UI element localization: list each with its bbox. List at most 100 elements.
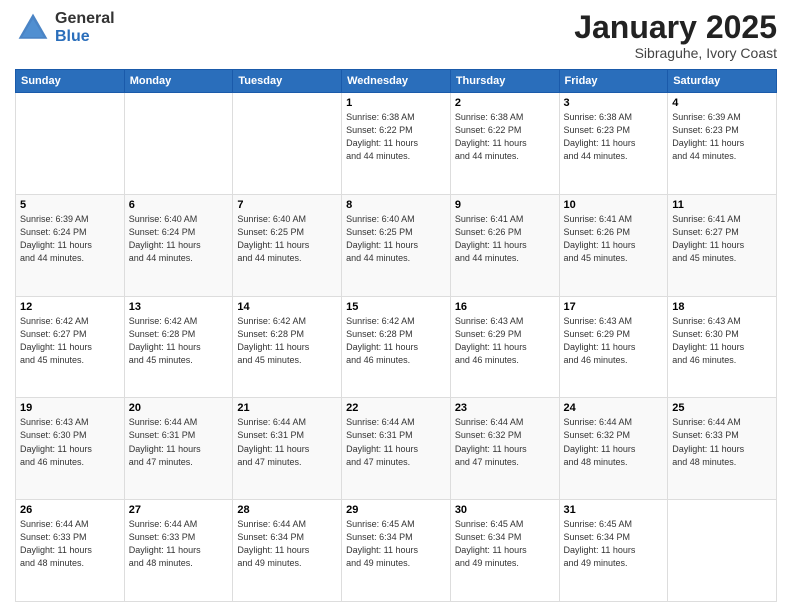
day-info: Sunrise: 6:44 AMSunset: 6:33 PMDaylight:…: [129, 518, 229, 570]
calendar-cell: 20 Sunrise: 6:44 AMSunset: 6:31 PMDayligh…: [124, 398, 233, 500]
day-number: 12: [20, 301, 120, 313]
calendar-cell: [233, 93, 342, 195]
day-info: Sunrise: 6:40 AMSunset: 6:25 PMDaylight:…: [346, 213, 446, 265]
day-info: Sunrise: 6:40 AMSunset: 6:25 PMDaylight:…: [237, 213, 337, 265]
day-header-row: SundayMondayTuesdayWednesdayThursdayFrid…: [16, 70, 777, 93]
day-info: Sunrise: 6:44 AMSunset: 6:32 PMDaylight:…: [564, 416, 664, 468]
day-number: 26: [20, 504, 120, 516]
day-number: 5: [20, 199, 120, 211]
calendar-cell: 10 Sunrise: 6:41 AMSunset: 6:26 PMDayligh…: [559, 194, 668, 296]
calendar-cell: 3 Sunrise: 6:38 AMSunset: 6:23 PMDaylight…: [559, 93, 668, 195]
day-number: 3: [564, 97, 664, 109]
calendar-cell: 16Sunrise: 6:43 AMSunset: 6:29 PMDayligh…: [450, 296, 559, 398]
calendar-cell: 23 Sunrise: 6:44 AMSunset: 6:32 PMDayligh…: [450, 398, 559, 500]
day-of-week-friday: Friday: [559, 70, 668, 93]
day-of-week-tuesday: Tuesday: [233, 70, 342, 93]
calendar-cell: 6Sunrise: 6:40 AMSunset: 6:24 PMDaylight…: [124, 194, 233, 296]
day-number: 22: [346, 402, 446, 414]
calendar-cell: 29Sunrise: 6:45 AMSunset: 6:34 PMDayligh…: [342, 500, 451, 602]
calendar-cell: [668, 500, 777, 602]
day-number: 14: [237, 301, 337, 313]
calendar-cell: 19Sunrise: 6:43 AMSunset: 6:30 PMDayligh…: [16, 398, 125, 500]
day-number: 25: [672, 402, 772, 414]
calendar-cell: 28 Sunrise: 6:44 AMSunset: 6:34 PMDayligh…: [233, 500, 342, 602]
day-number: 24: [564, 402, 664, 414]
calendar-cell: 14 Sunrise: 6:42 AMSunset: 6:28 PMDayligh…: [233, 296, 342, 398]
day-info: Sunrise: 6:44 AMSunset: 6:32 PMDaylight:…: [455, 416, 555, 468]
calendar-cell: 30 Sunrise: 6:45 AMSunset: 6:34 PMDayligh…: [450, 500, 559, 602]
calendar-cell: 5 Sunrise: 6:39 AMSunset: 6:24 PMDaylight…: [16, 194, 125, 296]
day-number: 27: [129, 504, 229, 516]
day-of-week-sunday: Sunday: [16, 70, 125, 93]
day-info: Sunrise: 6:44 AMSunset: 6:34 PMDaylight:…: [237, 518, 337, 570]
calendar-cell: 8Sunrise: 6:40 AMSunset: 6:25 PMDaylight…: [342, 194, 451, 296]
day-number: 30: [455, 504, 555, 516]
day-info: Sunrise: 6:42 AMSunset: 6:28 PMDaylight:…: [346, 315, 446, 367]
day-of-week-thursday: Thursday: [450, 70, 559, 93]
calendar-body: 1 Sunrise: 6:38 AMSunset: 6:22 PMDaylight…: [16, 93, 777, 602]
calendar-cell: 1 Sunrise: 6:38 AMSunset: 6:22 PMDaylight…: [342, 93, 451, 195]
day-info: Sunrise: 6:44 AMSunset: 6:33 PMDaylight:…: [672, 416, 772, 468]
day-of-week-wednesday: Wednesday: [342, 70, 451, 93]
calendar-cell: 2 Sunrise: 6:38 AMSunset: 6:22 PMDaylight…: [450, 93, 559, 195]
day-number: 28: [237, 504, 337, 516]
day-info: Sunrise: 6:44 AMSunset: 6:31 PMDaylight:…: [237, 416, 337, 468]
day-number: 20: [129, 402, 229, 414]
page: General Blue January 2025 Sibraguhe, Ivo…: [0, 0, 792, 612]
day-info: Sunrise: 6:39 AMSunset: 6:24 PMDaylight:…: [20, 213, 120, 265]
day-info: Sunrise: 6:43 AMSunset: 6:30 PMDaylight:…: [20, 416, 120, 468]
logo-text: General Blue: [55, 10, 115, 45]
day-info: Sunrise: 6:45 AMSunset: 6:34 PMDaylight:…: [455, 518, 555, 570]
calendar-week-1: 1 Sunrise: 6:38 AMSunset: 6:22 PMDaylight…: [16, 93, 777, 195]
day-number: 1: [346, 97, 446, 109]
day-number: 10: [564, 199, 664, 211]
day-info: Sunrise: 6:42 AMSunset: 6:27 PMDaylight:…: [20, 315, 120, 367]
day-number: 31: [564, 504, 664, 516]
day-number: 16: [455, 301, 555, 313]
day-info: Sunrise: 6:42 AMSunset: 6:28 PMDaylight:…: [129, 315, 229, 367]
calendar-cell: 24 Sunrise: 6:44 AMSunset: 6:32 PMDayligh…: [559, 398, 668, 500]
calendar-week-4: 19Sunrise: 6:43 AMSunset: 6:30 PMDayligh…: [16, 398, 777, 500]
calendar-cell: 17 Sunrise: 6:43 AMSunset: 6:29 PMDayligh…: [559, 296, 668, 398]
day-info: Sunrise: 6:44 AMSunset: 6:31 PMDaylight:…: [129, 416, 229, 468]
day-info: Sunrise: 6:42 AMSunset: 6:28 PMDaylight:…: [237, 315, 337, 367]
day-number: 23: [455, 402, 555, 414]
calendar-cell: 13 Sunrise: 6:42 AMSunset: 6:28 PMDayligh…: [124, 296, 233, 398]
calendar-cell: 21 Sunrise: 6:44 AMSunset: 6:31 PMDayligh…: [233, 398, 342, 500]
calendar-cell: [16, 93, 125, 195]
calendar-cell: [124, 93, 233, 195]
calendar-cell: 4Sunrise: 6:39 AMSunset: 6:23 PMDaylight…: [668, 93, 777, 195]
logo-blue-label: Blue: [55, 28, 115, 46]
calendar-cell: 25 Sunrise: 6:44 AMSunset: 6:33 PMDayligh…: [668, 398, 777, 500]
calendar-cell: 11Sunrise: 6:41 AMSunset: 6:27 PMDayligh…: [668, 194, 777, 296]
calendar-cell: 27 Sunrise: 6:44 AMSunset: 6:33 PMDayligh…: [124, 500, 233, 602]
day-number: 2: [455, 97, 555, 109]
calendar-week-3: 12 Sunrise: 6:42 AMSunset: 6:27 PMDayligh…: [16, 296, 777, 398]
day-info: Sunrise: 6:38 AMSunset: 6:22 PMDaylight:…: [346, 111, 446, 163]
calendar-cell: 15Sunrise: 6:42 AMSunset: 6:28 PMDayligh…: [342, 296, 451, 398]
calendar-cell: 12 Sunrise: 6:42 AMSunset: 6:27 PMDayligh…: [16, 296, 125, 398]
day-info: Sunrise: 6:43 AMSunset: 6:29 PMDaylight:…: [564, 315, 664, 367]
calendar-week-5: 26 Sunrise: 6:44 AMSunset: 6:33 PMDayligh…: [16, 500, 777, 602]
calendar-cell: 22 Sunrise: 6:44 AMSunset: 6:31 PMDayligh…: [342, 398, 451, 500]
day-number: 17: [564, 301, 664, 313]
day-info: Sunrise: 6:38 AMSunset: 6:23 PMDaylight:…: [564, 111, 664, 163]
day-info: Sunrise: 6:41 AMSunset: 6:26 PMDaylight:…: [455, 213, 555, 265]
day-number: 9: [455, 199, 555, 211]
calendar-header: SundayMondayTuesdayWednesdayThursdayFrid…: [16, 70, 777, 93]
day-info: Sunrise: 6:43 AMSunset: 6:30 PMDaylight:…: [672, 315, 772, 367]
day-info: Sunrise: 6:41 AMSunset: 6:26 PMDaylight:…: [564, 213, 664, 265]
day-number: 6: [129, 199, 229, 211]
day-number: 18: [672, 301, 772, 313]
day-info: Sunrise: 6:41 AMSunset: 6:27 PMDaylight:…: [672, 213, 772, 265]
header: General Blue January 2025 Sibraguhe, Ivo…: [15, 10, 777, 61]
day-number: 21: [237, 402, 337, 414]
day-info: Sunrise: 6:44 AMSunset: 6:33 PMDaylight:…: [20, 518, 120, 570]
day-number: 4: [672, 97, 772, 109]
day-number: 13: [129, 301, 229, 313]
calendar-cell: 18 Sunrise: 6:43 AMSunset: 6:30 PMDayligh…: [668, 296, 777, 398]
day-number: 7: [237, 199, 337, 211]
title-block: January 2025 Sibraguhe, Ivory Coast: [574, 10, 777, 61]
day-info: Sunrise: 6:38 AMSunset: 6:22 PMDaylight:…: [455, 111, 555, 163]
day-info: Sunrise: 6:44 AMSunset: 6:31 PMDaylight:…: [346, 416, 446, 468]
